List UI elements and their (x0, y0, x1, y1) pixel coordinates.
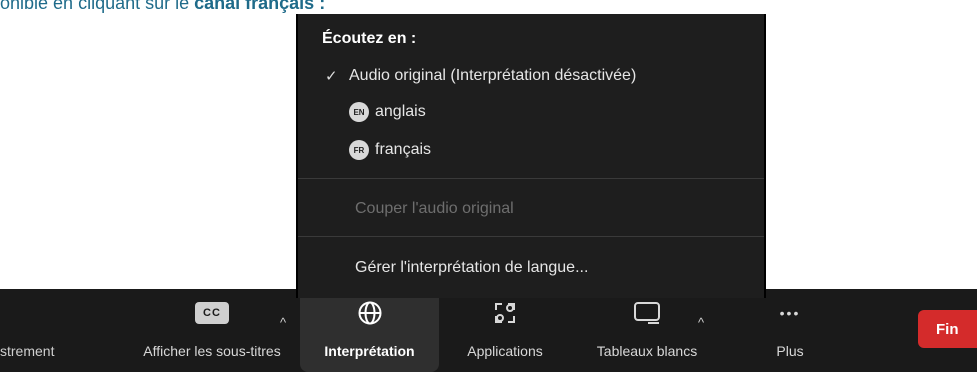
menu-item-french[interactable]: FR français (298, 134, 764, 166)
document-text-prefix: onible en cliquant sur le (0, 0, 195, 13)
meeting-toolbar: strement CC Afficher les sous-titres ^ I… (0, 289, 977, 372)
english-label: anglais (375, 103, 426, 120)
whiteboards-chevron-up-icon[interactable]: ^ (698, 315, 704, 330)
more-icon: ••• (779, 305, 801, 321)
captions-label: Afficher les sous-titres (143, 343, 281, 359)
record-label: strement (0, 343, 55, 359)
menu-item-mute-original: Couper l'audio original (298, 193, 764, 225)
document-text-bold: canal français : (194, 0, 326, 13)
menu-item-english[interactable]: EN anglais (298, 96, 764, 128)
applications-label: Applications (467, 343, 543, 359)
interpretation-button[interactable]: Interprétation (300, 289, 439, 372)
record-button[interactable]: strement (0, 289, 70, 372)
french-badge-icon: FR (349, 140, 369, 160)
interpretation-label: Interprétation (324, 343, 415, 359)
mute-original-label: Couper l'audio original (355, 200, 514, 217)
end-meeting-button[interactable]: Fin (918, 310, 977, 348)
end-meeting-label: Fin (936, 320, 959, 338)
interpretation-menu: Écoutez en : ✓ Audio original (Interprét… (296, 14, 766, 298)
more-label: Plus (776, 343, 804, 359)
whiteboards-button[interactable]: Tableaux blancs (572, 289, 722, 372)
applications-button[interactable]: Applications (450, 289, 560, 372)
manage-interpretation-label: Gérer l'interprétation de langue... (355, 259, 589, 276)
whiteboards-label: Tableaux blancs (596, 343, 698, 359)
menu-divider (298, 236, 764, 237)
french-label: français (375, 141, 432, 158)
captions-button[interactable]: CC Afficher les sous-titres (112, 289, 312, 372)
original-audio-label: Audio original (Interprétation désactivé… (349, 67, 637, 84)
more-button[interactable]: ••• Plus (750, 289, 830, 372)
document-text: onible en cliquant sur le canal français… (0, 0, 325, 14)
checkmark-icon: ✓ (325, 68, 338, 85)
english-badge-icon: EN (349, 102, 369, 122)
cc-icon: CC (195, 302, 229, 324)
menu-title: Écoutez en : (322, 30, 417, 47)
menu-divider (298, 178, 764, 179)
captions-chevron-up-icon[interactable]: ^ (280, 315, 286, 330)
menu-item-original-audio[interactable]: ✓ Audio original (Interprétation désacti… (298, 60, 764, 92)
menu-item-manage-interpretation[interactable]: Gérer l'interprétation de langue... (298, 252, 764, 284)
